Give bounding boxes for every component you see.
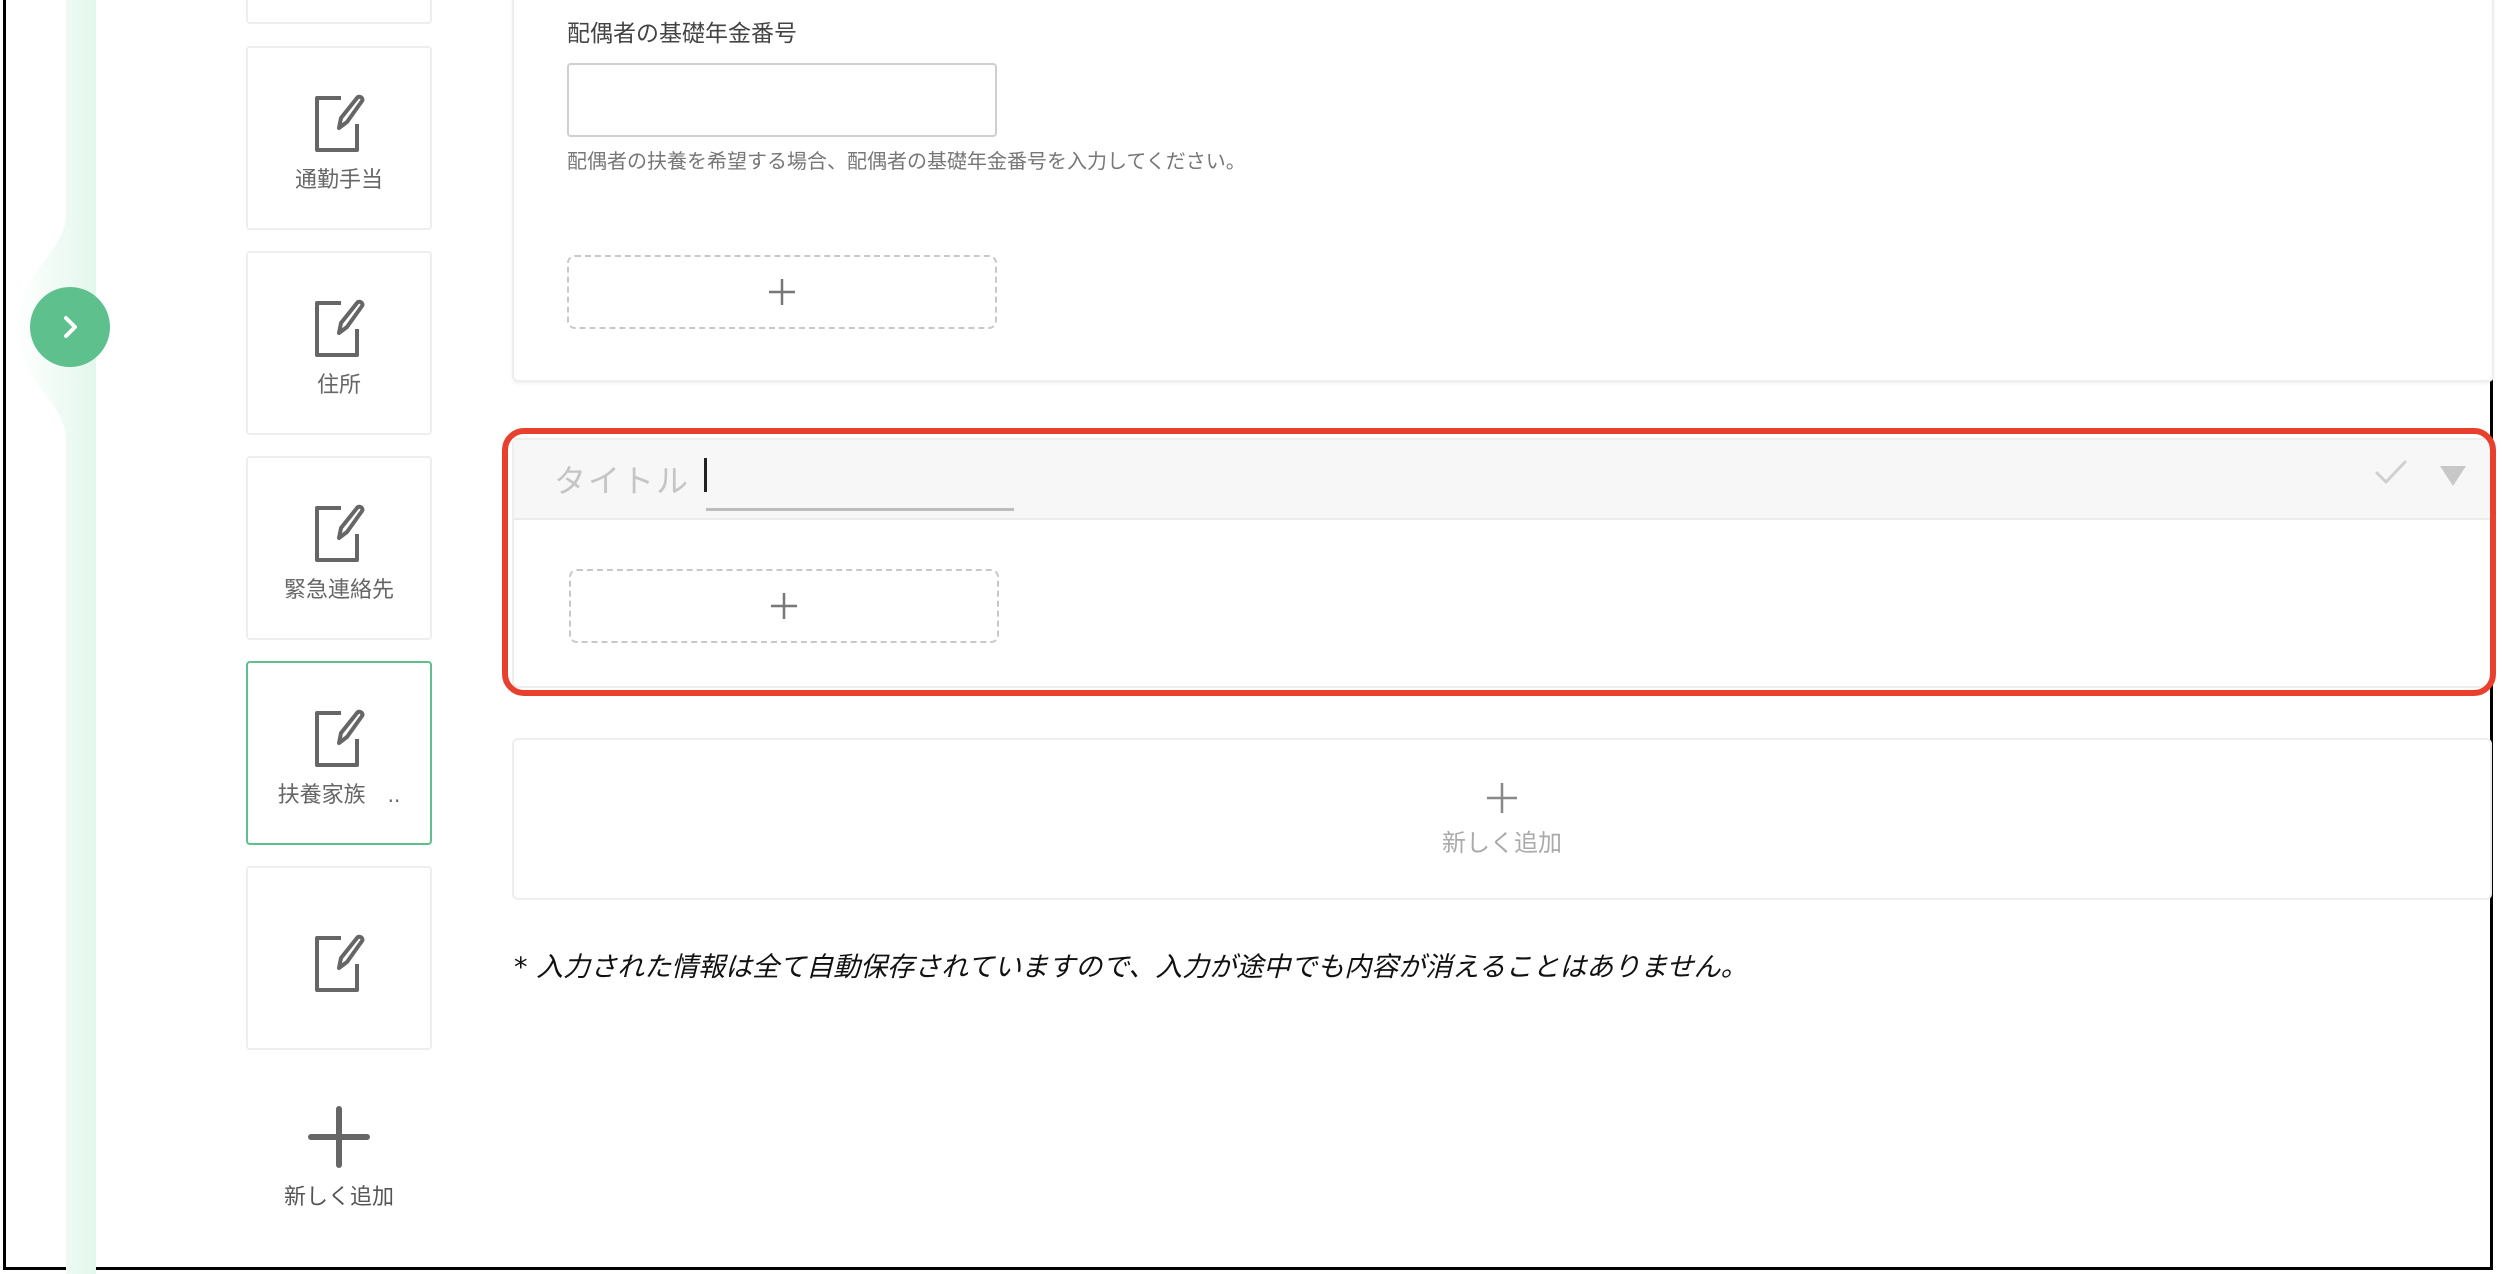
app-frame: 通勤手当 住所 緊急連絡先 扶養家族.. 新しく追加 配偶者の基礎年金番号 配偶… xyxy=(3,0,2496,1274)
new-section-header: タイトル xyxy=(514,440,2490,520)
sidebar-item-untitled[interactable] xyxy=(246,866,432,1050)
plus-icon xyxy=(1487,782,1517,813)
sidebar-item-label: 住所 xyxy=(316,373,361,398)
edit-icon xyxy=(315,709,365,767)
add-field-button[interactable] xyxy=(569,569,999,643)
triangle-down-icon[interactable] xyxy=(2438,464,2468,488)
add-field-button[interactable] xyxy=(567,255,997,329)
edit-icon xyxy=(315,934,365,992)
autosave-note: * 入力された情報は全て自動保存されていますので、入力が途中でも内容が消えること… xyxy=(514,952,1748,983)
plus-icon xyxy=(769,279,795,305)
sidebar-item-label: 通勤手当 xyxy=(294,168,383,193)
sidebar-item-emergency-contact[interactable]: 緊急連絡先 xyxy=(246,456,432,640)
spouse-pension-number-help: 配偶者の扶養を希望する場合、配偶者の基礎年金番号を入力してください。 xyxy=(567,149,1246,173)
check-icon[interactable] xyxy=(2374,458,2408,486)
plus-icon xyxy=(308,1106,370,1168)
section-title-placeholder: タイトル xyxy=(554,462,691,500)
sidebar-add-label: 新しく追加 xyxy=(283,1185,394,1210)
sidebar-rail xyxy=(16,0,96,1274)
section-title-input[interactable] xyxy=(706,450,1014,511)
sidebar-add-button[interactable]: 新しく追加 xyxy=(246,1105,432,1235)
plus-icon xyxy=(771,593,797,619)
new-section-card: タイトル xyxy=(512,438,2492,688)
truncation-dots: .. xyxy=(387,783,401,807)
add-section-label: 新しく追加 xyxy=(1442,828,1562,857)
sidebar-item-dependents[interactable]: 扶養家族.. xyxy=(246,661,432,845)
sidebar-item-commute[interactable]: 通勤手当 xyxy=(246,46,432,230)
text-cursor xyxy=(704,458,707,492)
spouse-pension-number-label: 配偶者の基礎年金番号 xyxy=(567,21,797,47)
chevron-right-icon xyxy=(64,316,77,338)
spouse-pension-number-input[interactable] xyxy=(567,63,997,137)
sidebar-item-label: 緊急連絡先 xyxy=(283,578,394,603)
edit-icon xyxy=(315,299,365,357)
sidebar-item-partial[interactable] xyxy=(246,0,432,24)
edit-icon xyxy=(315,504,365,562)
add-section-button[interactable]: 新しく追加 xyxy=(512,738,2492,900)
edit-icon xyxy=(315,94,365,152)
sidebar-expand-button[interactable] xyxy=(30,287,110,367)
sidebar-item-label: 扶養家族.. xyxy=(277,783,401,808)
sidebar-item-address[interactable]: 住所 xyxy=(246,251,432,435)
